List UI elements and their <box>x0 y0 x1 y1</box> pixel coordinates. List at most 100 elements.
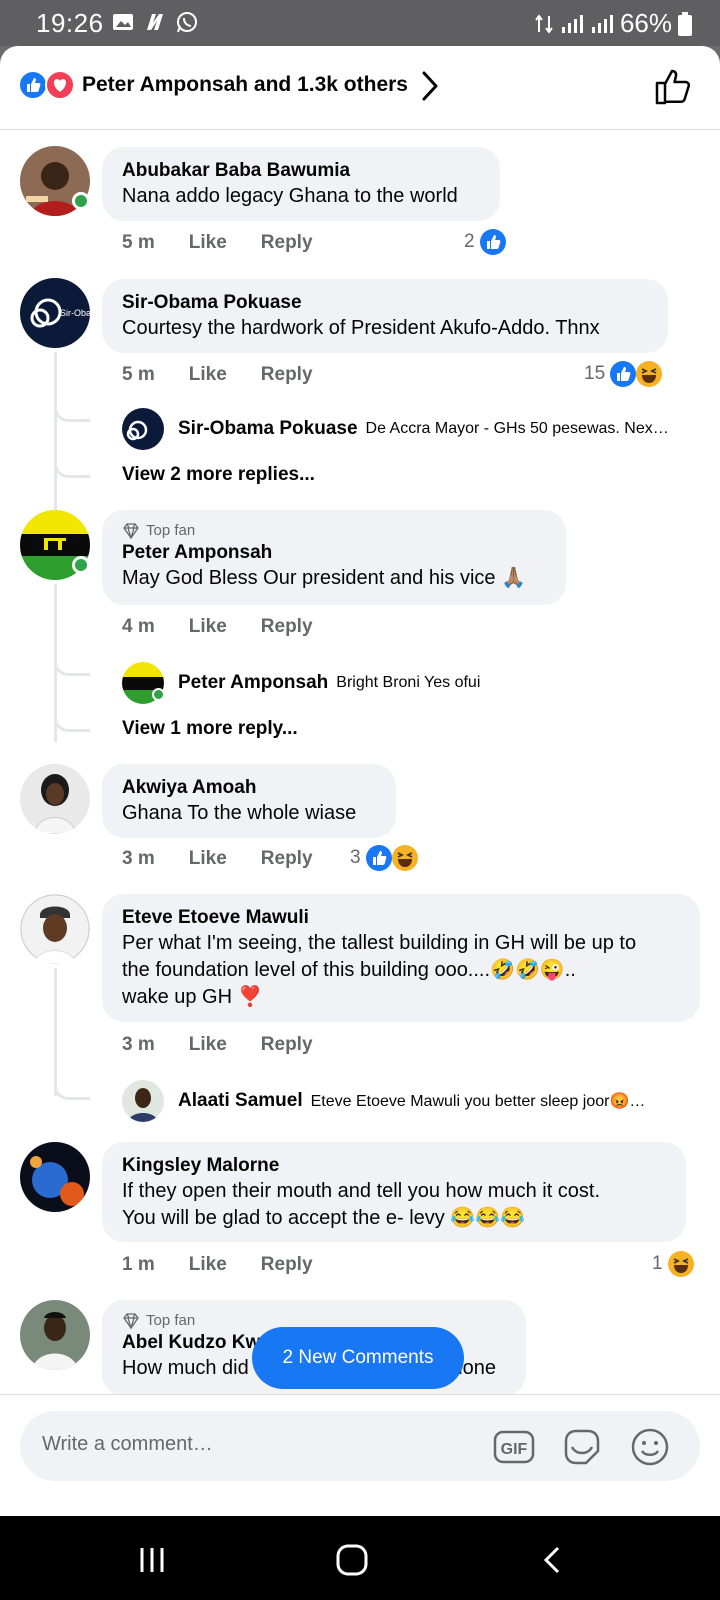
like-button[interactable]: Like <box>189 232 227 254</box>
comment-time: 5 m <box>122 232 155 253</box>
commenter-name[interactable]: Sir-Obama Pokuase <box>122 291 648 315</box>
comment-actions: 5 m Like Reply <box>122 232 313 254</box>
comment-time: 1 m <box>122 1254 155 1275</box>
comment-reactions[interactable]: 2 <box>464 228 507 256</box>
haha-reaction-icon <box>636 361 663 387</box>
chevron-right-icon[interactable] <box>420 70 440 102</box>
gif-icon[interactable]: GIF <box>492 1425 536 1469</box>
reaction-count: 3 <box>350 847 361 868</box>
reply-author[interactable]: Sir-Obama Pokuase <box>178 408 358 450</box>
comment-text: Courtesy the hardwork of President Akufo… <box>122 317 600 339</box>
reply-preview[interactable]: Sir-Obama Pokuase De Accra Mayor - GHs 5… <box>122 408 669 450</box>
comment-bubble[interactable]: Sir-Obama Pokuase Courtesy the hardwork … <box>102 279 668 353</box>
comment-bubble[interactable]: Eteve Etoeve Mawuli Per what I'm seeing,… <box>102 894 700 1022</box>
commenter-name[interactable]: Kingsley Malorne <box>122 1154 666 1178</box>
comment-text: Ghana To the whole wiase <box>122 802 357 824</box>
status-time: 19:26 <box>36 8 104 38</box>
reaction-count: 1 <box>652 1253 663 1274</box>
comment-reactions[interactable]: 1 <box>652 1250 695 1278</box>
emoji-icon[interactable] <box>628 1425 672 1469</box>
recent-apps-icon[interactable] <box>134 1542 170 1578</box>
like-reaction-icon <box>479 229 506 255</box>
thread-line <box>54 352 57 510</box>
avatar[interactable] <box>122 408 164 450</box>
sticker-icon[interactable] <box>560 1425 604 1469</box>
reply-button[interactable]: Reply <box>261 1034 313 1056</box>
comment-bubble[interactable]: Kingsley Malorne If they open their mout… <box>102 1142 686 1242</box>
reply-button[interactable]: Reply <box>261 848 313 870</box>
top-fan-badge: Top fan <box>122 522 546 539</box>
reply-author[interactable]: Peter Amponsah <box>178 662 328 704</box>
comment-actions: 5 m Like Reply <box>122 364 313 386</box>
like-button[interactable]: Like <box>189 848 227 870</box>
comments-sheet: Peter Amponsah and 1.3k others Abubakar … <box>0 46 720 1516</box>
comment-input[interactable]: Write a comment… GIF <box>20 1411 700 1481</box>
thumbs-up-outline-icon[interactable] <box>654 66 694 106</box>
avatar[interactable] <box>20 1142 90 1212</box>
comment-text-line: If they open their mouth and tell you ho… <box>122 1180 601 1202</box>
reply-text: Bright Broni Yes ofui <box>336 674 481 691</box>
view-more-replies[interactable]: View 2 more replies... <box>122 464 315 486</box>
reply-author[interactable]: Alaati Samuel <box>178 1080 303 1122</box>
like-button[interactable]: Like <box>189 1034 227 1056</box>
comment-time: 5 m <box>122 364 155 385</box>
diamond-icon <box>123 1312 139 1329</box>
reaction-count: 15 <box>584 363 606 384</box>
like-reaction-icon <box>610 361 637 387</box>
thread-connector <box>54 456 90 478</box>
view-more-replies[interactable]: View 1 more reply... <box>122 718 298 740</box>
comment-time: 3 m <box>122 848 155 869</box>
comment-reactions[interactable]: 15 <box>584 360 663 388</box>
status-right: 66% <box>534 8 692 39</box>
reaction-summary-icons <box>18 70 75 100</box>
comment-actions: 3 m Like Reply <box>122 1034 313 1056</box>
comment-bubble[interactable]: Top fan Peter Amponsah May God Bless Our… <box>102 510 566 605</box>
reply-button[interactable]: Reply <box>261 1254 313 1276</box>
reply-preview[interactable]: Peter Amponsah Bright Broni Yes ofui <box>122 662 480 704</box>
comment-text-line: wake up GH ❣️ <box>122 986 263 1008</box>
reactors-summary[interactable]: Peter Amponsah and 1.3k others <box>82 73 408 97</box>
comment-bubble[interactable]: Abubakar Baba Bawumia Nana addo legacy G… <box>102 147 500 221</box>
whatsapp-notification-icon <box>177 12 197 33</box>
back-icon[interactable] <box>534 1542 570 1578</box>
online-indicator <box>152 688 165 701</box>
like-reaction-icon <box>18 70 48 100</box>
new-comments-button[interactable]: 2 New Comments <box>252 1327 464 1389</box>
comment-time: 4 m <box>122 616 155 637</box>
comment-text-line: You will be glad to accept the e- levy 😂… <box>122 1207 526 1229</box>
reply-preview[interactable]: Alaati Samuel Eteve Etoeve Mawuli you be… <box>122 1080 645 1122</box>
signal-2-icon <box>591 14 613 33</box>
comment-actions: 4 m Like Reply <box>122 616 313 638</box>
like-button[interactable]: Like <box>189 1254 227 1276</box>
home-icon[interactable] <box>334 1542 370 1578</box>
commenter-name[interactable]: Eteve Etoeve Mawuli <box>122 906 680 930</box>
avatar[interactable] <box>20 894 90 964</box>
comment-text: May God Bless Our president and his vice… <box>122 567 526 589</box>
avatar[interactable] <box>122 1080 164 1122</box>
commenter-name[interactable]: Akwiya Amoah <box>122 776 376 800</box>
reply-button[interactable]: Reply <box>261 232 313 254</box>
thread-connector <box>54 710 90 732</box>
avatar[interactable] <box>20 1300 90 1370</box>
system-nav-bar <box>0 1516 720 1600</box>
like-button[interactable]: Like <box>189 616 227 638</box>
thread-connector <box>54 654 90 676</box>
avatar[interactable]: Sir-Oba <box>20 278 90 348</box>
reply-button[interactable]: Reply <box>261 616 313 638</box>
reactions-header[interactable]: Peter Amponsah and 1.3k others <box>0 46 720 130</box>
thread-connector <box>54 1078 90 1100</box>
comment-reactions[interactable]: 3 <box>350 844 419 872</box>
online-indicator <box>72 556 90 574</box>
badge-label: Top fan <box>146 1312 196 1329</box>
haha-reaction-icon <box>391 845 418 871</box>
comment-bubble[interactable]: Akwiya Amoah Ghana To the whole wiase <box>102 764 396 838</box>
comment-time: 3 m <box>122 1034 155 1055</box>
commenter-name[interactable]: Abubakar Baba Bawumia <box>122 159 480 183</box>
commenter-name[interactable]: Peter Amponsah <box>122 541 546 565</box>
gallery-notification-icon <box>113 14 133 30</box>
like-button[interactable]: Like <box>189 364 227 386</box>
avatar[interactable] <box>20 764 90 834</box>
reply-text: Eteve Etoeve Mawuli you better sleep joo… <box>310 1093 646 1110</box>
reply-button[interactable]: Reply <box>261 364 313 386</box>
comment-text: Nana addo legacy Ghana to the world <box>122 185 458 207</box>
